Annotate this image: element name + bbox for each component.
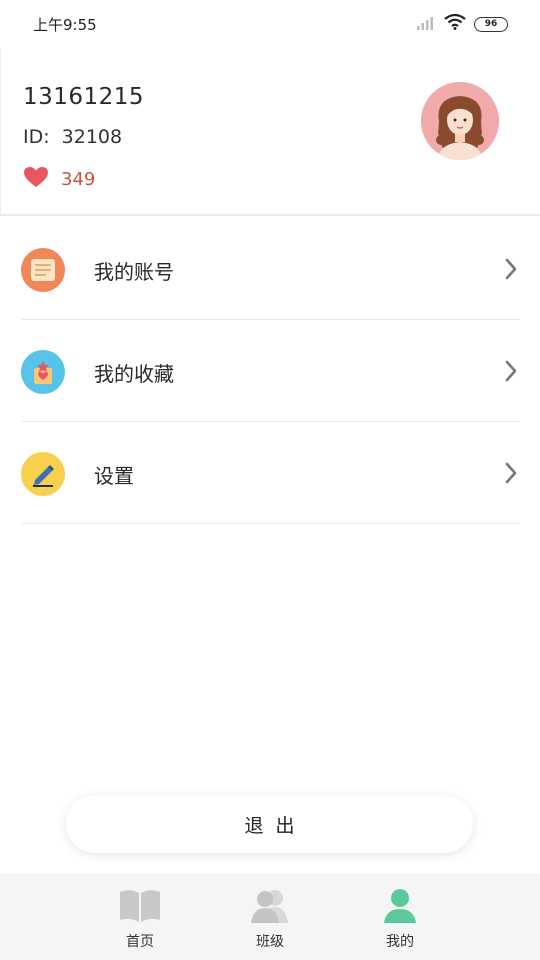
user-id-value: 32108 [61,126,123,148]
menu-item-label: 设置 [94,464,134,488]
logout-button[interactable]: 退出 [66,795,473,853]
wifi-icon [444,13,466,34]
tab-home[interactable]: 首页 [75,874,205,960]
tab-bar: 首页 班级 我的 [0,874,540,960]
avatar[interactable] [421,82,499,160]
favorites-icon [21,350,65,394]
menu-item-label: 我的账号 [94,260,174,284]
menu-item-settings[interactable]: 设置 [0,422,540,524]
tab-label: 班级 [256,934,284,950]
class-icon [248,886,292,926]
status-time: 上午9:55 [33,15,97,34]
likes: 349 [23,166,95,192]
menu-item-account[interactable]: 我的账号 [0,218,540,320]
tab-label: 首页 [126,934,154,950]
account-icon [21,248,65,292]
profile-header: 13161215 ID: 32108 349 [0,48,540,216]
chevron-right-icon [504,360,518,386]
battery-indicator: 96 [474,16,508,32]
heart-icon [23,166,49,192]
menu-item-favorites[interactable]: 我的收藏 [0,320,540,422]
signal-icon [416,15,436,34]
tab-mine[interactable]: 我的 [335,874,465,960]
user-id-label: ID: [23,126,50,148]
menu-list: 我的账号 我的收藏 设置 [0,218,540,524]
status-icons: 96 [416,13,508,34]
status-bar: 上午9:55 96 [0,0,540,48]
tab-class[interactable]: 班级 [205,874,335,960]
chevron-right-icon [504,258,518,284]
tab-label: 我的 [386,934,414,950]
chevron-right-icon [504,462,518,488]
book-icon [118,886,162,926]
settings-pencil-icon [21,452,65,496]
likes-count: 349 [61,168,96,190]
username: 13161215 [23,84,145,110]
menu-item-label: 我的收藏 [94,362,174,386]
user-id: ID: 32108 [23,126,122,148]
person-icon [378,886,422,926]
